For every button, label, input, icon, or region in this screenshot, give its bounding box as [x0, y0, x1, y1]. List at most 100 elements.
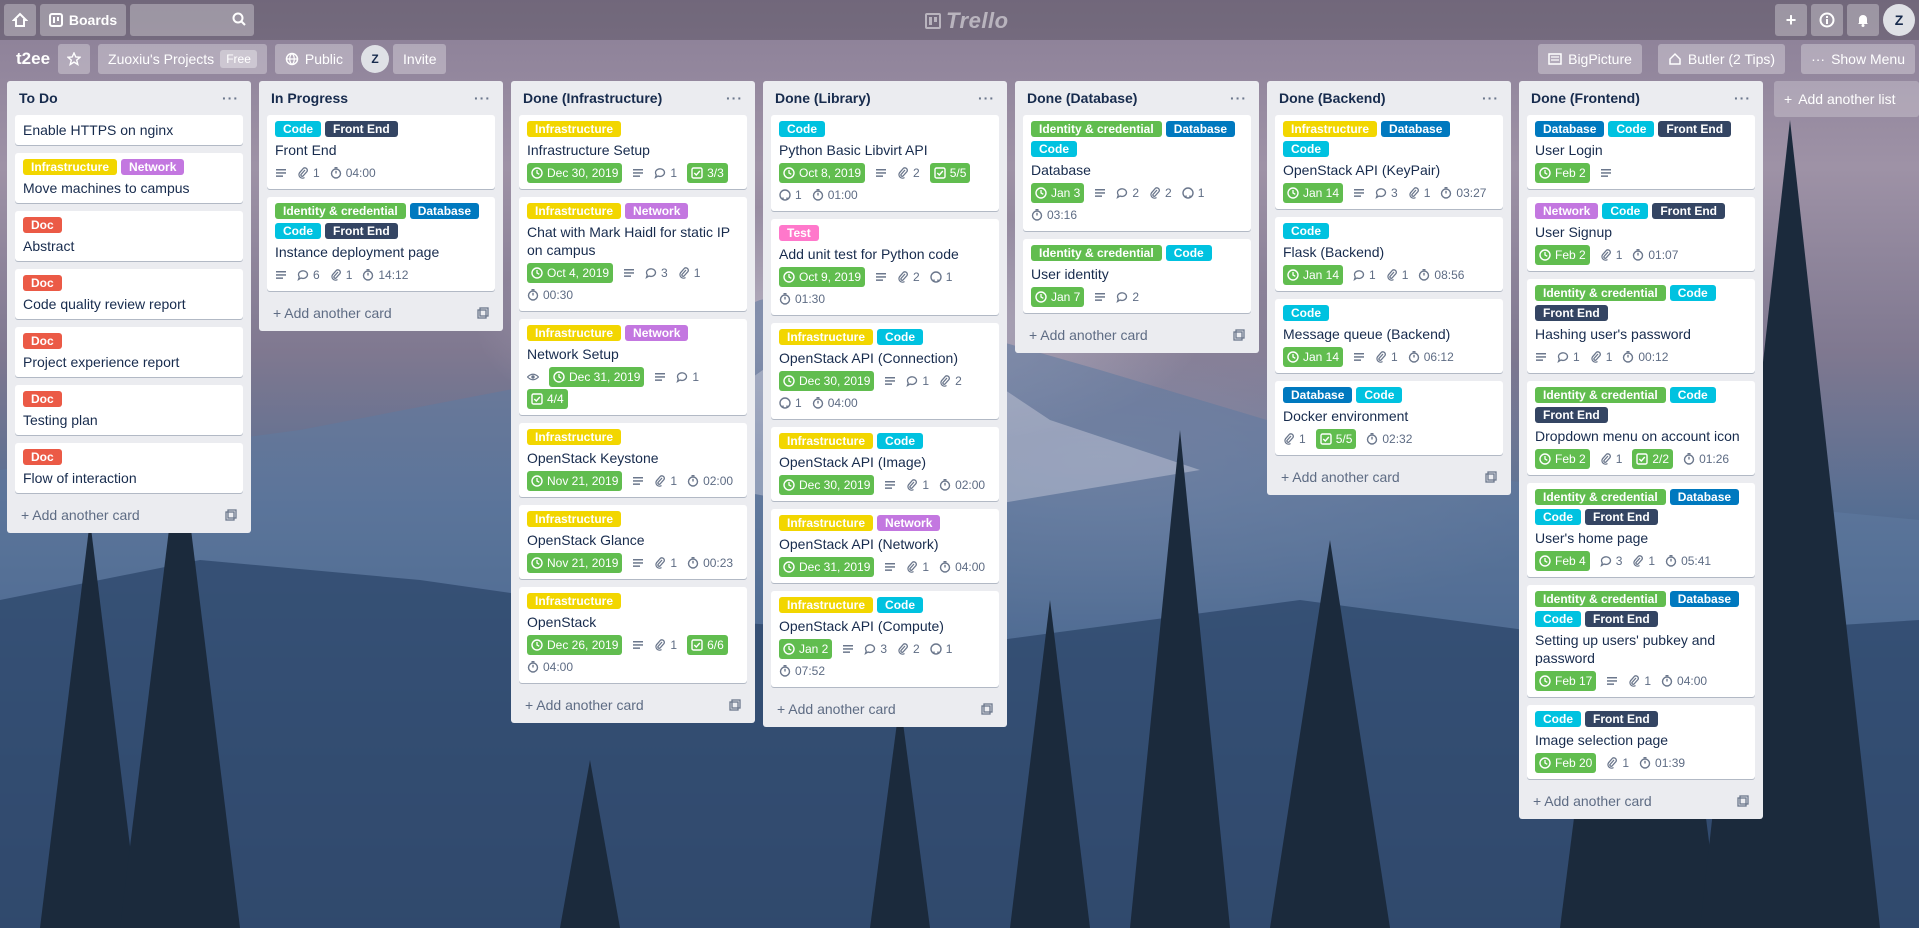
card-label[interactable]: Database — [1669, 591, 1740, 607]
add-card-button[interactable]: + Add another card — [1023, 321, 1251, 349]
card[interactable]: Doc Testing plan — [15, 385, 243, 435]
card[interactable]: Infrastructure Network OpenStack API (Netw… — [771, 509, 999, 583]
due-date-badge[interactable]: Feb 17 — [1535, 671, 1597, 691]
card[interactable]: Code Front End Image selection page Feb 20 1… — [1527, 705, 1755, 779]
card[interactable]: Doc Code quality review report — [15, 269, 243, 319]
list-menu-icon[interactable]: ··· — [1734, 90, 1751, 106]
due-date-badge[interactable]: Dec 30, 2019 — [527, 163, 623, 183]
star-button[interactable] — [58, 44, 91, 74]
card-label[interactable]: Front End — [1658, 121, 1732, 137]
card-label[interactable]: Front End — [1585, 509, 1658, 525]
card[interactable]: Enable HTTPS on nginx — [15, 115, 243, 145]
card[interactable]: Database Code Front End User Login Feb 2 — [1527, 115, 1755, 189]
due-date-badge[interactable]: Feb 4 — [1535, 551, 1590, 571]
add-card-button[interactable]: + Add another card — [1275, 463, 1503, 491]
card-label[interactable]: Identity & credential — [1535, 285, 1666, 301]
trello-logo[interactable]: Trello — [925, 8, 1009, 34]
due-date-badge[interactable]: Jan 14 — [1283, 347, 1344, 367]
card-label[interactable]: Infrastructure — [1283, 121, 1378, 137]
card-label[interactable]: Doc — [23, 217, 62, 233]
due-date-badge[interactable]: Oct 4, 2019 — [527, 263, 614, 283]
card[interactable]: Doc Flow of interaction — [15, 443, 243, 493]
card[interactable]: Database Code Docker environment 1 5/5 02:32 — [1275, 381, 1503, 455]
card[interactable]: Code Flask (Backend) Jan 14 1 1 08:56 — [1275, 217, 1503, 291]
card[interactable]: Infrastructure Database Code OpenStack API … — [1275, 115, 1503, 209]
card-template-icon[interactable] — [1485, 471, 1497, 483]
card[interactable]: Identity & credential Code Front End Dropdo… — [1527, 381, 1755, 475]
card-template-icon[interactable] — [225, 509, 237, 521]
due-date-badge[interactable]: Dec 30, 2019 — [779, 371, 875, 391]
card-label[interactable]: Infrastructure — [23, 159, 118, 175]
card-label[interactable]: Front End — [325, 121, 398, 137]
list-menu-icon[interactable]: ··· — [1230, 90, 1247, 106]
card[interactable]: Code Message queue (Backend) Jan 14 1 06:12 — [1275, 299, 1503, 373]
card-label[interactable]: Database — [409, 203, 480, 219]
list-title[interactable]: Done (Backend) — [1279, 90, 1386, 106]
card-label[interactable]: Identity & credential — [1535, 489, 1666, 505]
add-card-button[interactable]: + Add another card — [267, 299, 495, 327]
card-label[interactable]: Identity & credential — [275, 203, 406, 219]
board-title[interactable]: t2ee — [8, 49, 58, 69]
card-label[interactable]: Code — [1669, 387, 1716, 403]
card[interactable]: Infrastructure Code OpenStack API (Connect… — [771, 323, 999, 419]
card-label[interactable]: Code — [877, 597, 924, 613]
card-label[interactable]: Database — [1283, 387, 1353, 403]
due-date-badge[interactable]: Jan 3 — [1031, 183, 1085, 203]
card[interactable]: Infrastructure Network Move machines to ca… — [15, 153, 243, 203]
card-label[interactable]: Front End — [1652, 203, 1725, 219]
card[interactable]: Identity & credential Code User identity Ja… — [1023, 239, 1251, 313]
due-date-badge[interactable]: Dec 31, 2019 — [549, 367, 645, 387]
add-card-button[interactable]: + Add another card — [519, 691, 747, 719]
card-label[interactable]: Identity & credential — [1031, 245, 1162, 261]
card-label[interactable]: Code — [1535, 509, 1581, 525]
card-label[interactable]: Infrastructure — [527, 511, 622, 527]
list-menu-icon[interactable]: ··· — [474, 90, 491, 106]
card[interactable]: Test Add unit test for Python code Oct 9, … — [771, 219, 999, 315]
card-label[interactable]: Network — [121, 159, 185, 175]
bigpicture-button[interactable]: BigPicture — [1538, 44, 1642, 74]
card-label[interactable]: Front End — [1535, 305, 1608, 321]
due-date-badge[interactable]: Dec 26, 2019 — [527, 635, 623, 655]
card[interactable]: Infrastructure OpenStack Keystone Nov 21, … — [519, 423, 747, 497]
card[interactable]: Identity & credential Code Front End Hashin… — [1527, 279, 1755, 373]
list-title[interactable]: In Progress — [271, 90, 348, 106]
card-label[interactable]: Identity & credential — [1031, 121, 1162, 137]
invite-button[interactable]: Invite — [393, 44, 447, 74]
card-label[interactable]: Code — [1535, 711, 1581, 727]
card-label[interactable]: Infrastructure — [779, 329, 874, 345]
card-label[interactable]: Code — [877, 329, 924, 345]
card-label[interactable]: Infrastructure — [527, 325, 622, 341]
due-date-badge[interactable]: Feb 2 — [1535, 245, 1590, 265]
info-button[interactable] — [1811, 4, 1843, 36]
card-label[interactable]: Code — [1608, 121, 1655, 137]
boards-button[interactable]: Boards — [40, 4, 126, 36]
card-label[interactable]: Code — [779, 121, 825, 137]
list-title[interactable]: Done (Database) — [1027, 90, 1137, 106]
card-label[interactable]: Infrastructure — [779, 433, 874, 449]
create-button[interactable]: + — [1775, 4, 1807, 36]
card-label[interactable]: Code — [1356, 387, 1403, 403]
card-label[interactable]: Doc — [23, 449, 62, 465]
card[interactable]: Network Code Front End User Signup Feb 2 1 01:… — [1527, 197, 1755, 271]
member-avatar[interactable]: Z — [361, 45, 390, 73]
list-title[interactable]: To Do — [19, 90, 58, 106]
card-label[interactable]: Code — [1283, 305, 1329, 321]
card[interactable]: Infrastructure OpenStack Glance Nov 21, 20… — [519, 505, 747, 579]
card-label[interactable]: Doc — [23, 275, 62, 291]
butler-button[interactable]: Butler (2 Tips) — [1657, 44, 1786, 74]
card-label[interactable]: Code — [877, 433, 924, 449]
card-label[interactable]: Database — [1381, 121, 1451, 137]
card-label[interactable]: Infrastructure — [779, 597, 874, 613]
due-date-badge[interactable]: Dec 31, 2019 — [779, 557, 875, 577]
due-date-badge[interactable]: Nov 21, 2019 — [527, 553, 623, 573]
home-button[interactable] — [4, 4, 36, 36]
card-label[interactable]: Code — [1283, 141, 1329, 157]
card-label[interactable]: Code — [1031, 141, 1077, 157]
card-label[interactable]: Identity & credential — [1535, 387, 1666, 403]
card-label[interactable]: Front End — [1585, 711, 1658, 727]
card-label[interactable]: Doc — [23, 391, 62, 407]
card[interactable]: Infrastructure Network Network Setup Dec 31… — [519, 319, 747, 415]
card[interactable]: Identity & credential Database Code Front E… — [1527, 483, 1755, 577]
card-label[interactable]: Identity & credential — [1535, 591, 1666, 607]
due-date-badge[interactable]: Dec 30, 2019 — [779, 475, 875, 495]
